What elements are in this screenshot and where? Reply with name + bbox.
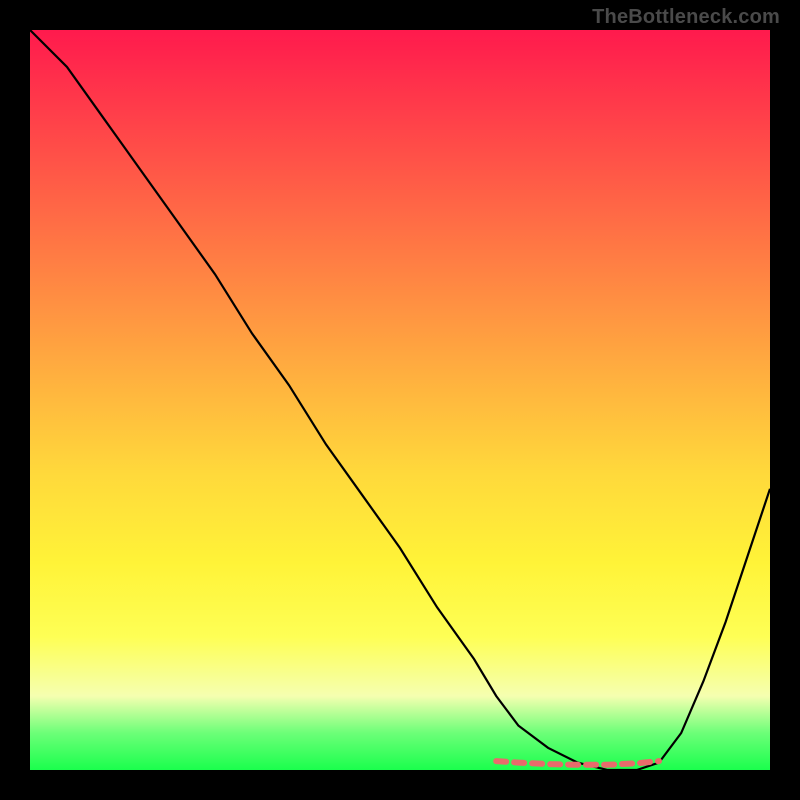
watermark-text: TheBottleneck.com [592,6,780,29]
bottleneck-curve [30,30,770,770]
plot-area [30,30,770,770]
chart-frame: TheBottleneck.com [0,0,800,800]
chart-svg [30,30,770,770]
